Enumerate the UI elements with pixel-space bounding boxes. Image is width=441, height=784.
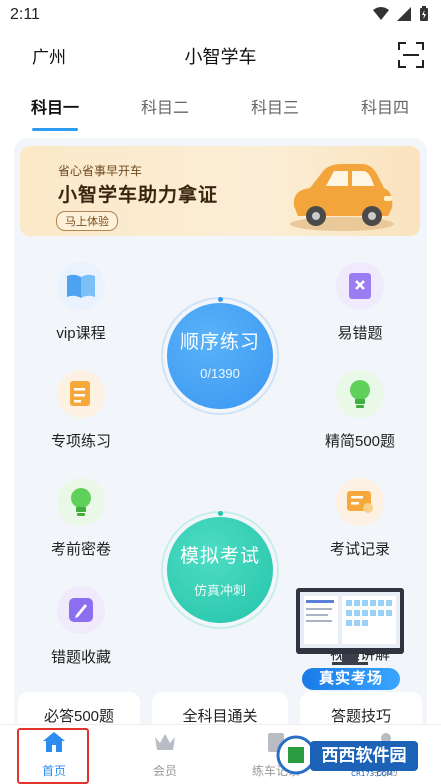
svg-text:西西软件园: 西西软件园 [322,745,407,766]
crown-icon [155,734,175,750]
feature-refined-500[interactable]: 精简500题 [305,370,415,451]
home-highlight-box [17,728,89,784]
feature-label: 易错题 [337,325,383,342]
feature-vip-course[interactable]: vip课程 [26,262,136,343]
car-illustration [290,164,394,231]
tab-subject-4[interactable]: 科目四 [350,94,420,118]
banner-subtitle: 省心省事早开车 [58,164,143,178]
book-icon [57,262,105,310]
subject-tabs: 科目一 科目二 科目三 科目四 [0,86,441,131]
signal-icon [397,7,411,21]
scan-icon[interactable] [398,42,424,68]
feature-label: 考试记录 [329,541,390,558]
lightbulb-icon [336,370,384,418]
feature-label: 错题收藏 [50,649,111,666]
status-time: 2:11 [10,6,40,23]
mock-exam-button[interactable]: 模拟考试 仿真冲刺 [167,517,273,623]
feature-special-practice[interactable]: 专项练习 [26,370,136,451]
promo-banner[interactable]: 省心省事早开车 小智学车助力拿证 马上体验 [20,146,420,236]
battery-icon [420,6,428,21]
error-book-icon [336,262,384,310]
mock-dot [218,511,223,516]
feature-wrong-collection[interactable]: 错题收藏 [26,586,136,667]
feature-label: vip课程 [56,325,106,342]
tab-subject-1[interactable]: 科目一 [20,94,90,118]
site-watermark: 西西软件园 CR173.COM [276,735,418,777]
top-header: 广州 小智学车 [0,32,441,80]
nav-member[interactable]: 会员 [125,731,205,779]
mock-exam-subtitle: 仿真冲刺 [193,583,246,598]
lightbulb-icon [57,478,105,526]
banner-title: 小智学车助力拿证 [58,185,219,206]
feature-exam-record[interactable]: 考试记录 [305,478,415,559]
wifi-icon [373,7,389,20]
status-icons [373,6,429,22]
tab-subject-2[interactable]: 科目二 [130,94,200,118]
progress-dot [218,297,223,302]
try-now-button[interactable]: 马上体验 [56,211,118,231]
status-bar: 2:11 [0,0,441,32]
real-exam-promo[interactable]: 真实考场 [296,588,404,692]
document-icon [57,370,105,418]
feature-label: 专项练习 [50,433,111,450]
sequential-progress: 0/1390 [200,366,240,381]
feature-label: 考前密卷 [50,541,111,558]
nav-label: 会员 [152,764,177,778]
tab-subject-3[interactable]: 科目三 [240,94,310,118]
mock-exam-title: 模拟考试 [179,546,260,567]
active-tab-indicator [32,128,78,131]
page-title: 小智学车 [184,47,257,67]
record-card-icon [336,478,384,526]
sequential-practice-button[interactable]: 顺序练习 0/1390 [167,303,273,409]
feature-label: 精简500题 [324,433,396,450]
svg-text:CR173.COM: CR173.COM [351,770,393,777]
real-exam-label: 真实考场 [302,668,400,690]
feature-secret-paper[interactable]: 考前密卷 [26,478,136,559]
edit-icon [57,586,105,634]
sequential-title: 顺序练习 [179,332,260,353]
feature-mistake-prone[interactable]: 易错题 [305,262,415,343]
